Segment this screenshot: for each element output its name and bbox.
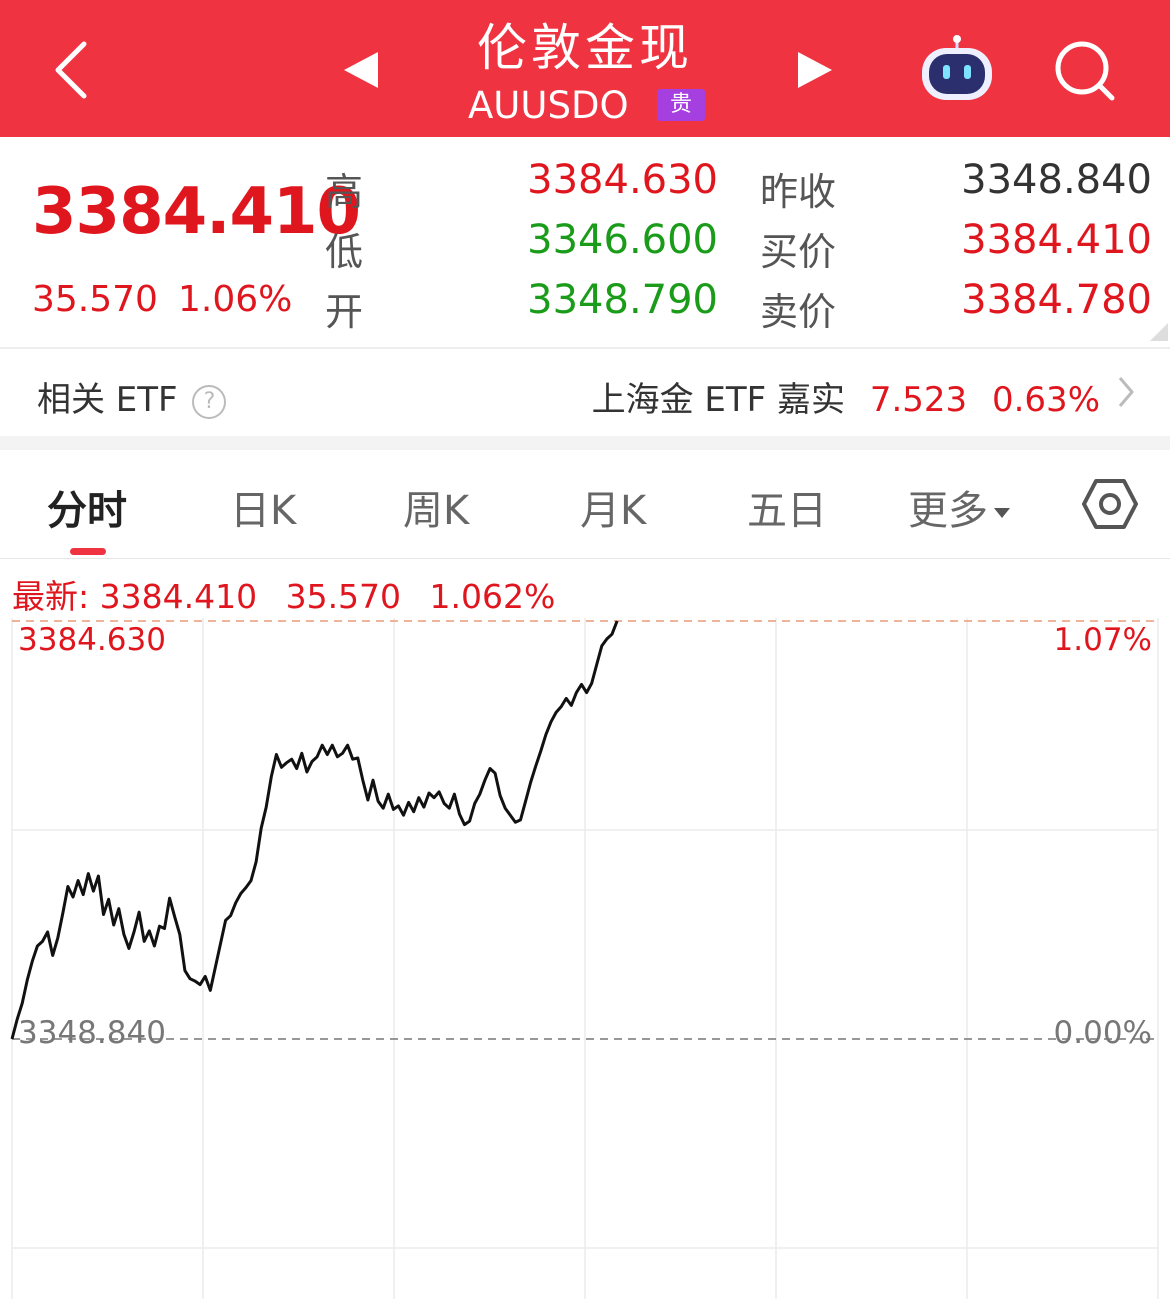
assistant-robot-icon[interactable] bbox=[918, 34, 996, 104]
etf-section-label: 相关 ETF ? bbox=[37, 372, 227, 421]
tab-five-day[interactable]: 五日 bbox=[747, 478, 827, 536]
high-value: 3384.630 bbox=[527, 157, 718, 203]
y-top-pct: 1.07% bbox=[1053, 622, 1152, 658]
etf-label: 相关 ETF bbox=[37, 380, 178, 420]
tab-more[interactable]: 更多 bbox=[908, 478, 1012, 536]
bid-label: 买价 bbox=[760, 230, 837, 274]
y-base-pct: 0.00% bbox=[1053, 1015, 1152, 1051]
caret-down-icon bbox=[994, 508, 1010, 518]
high-label: 高 bbox=[325, 170, 364, 214]
category-badge: 贵 bbox=[657, 89, 705, 121]
y-top-label: 3384.630 bbox=[18, 622, 166, 658]
etf-name: 上海金 ETF 嘉实 bbox=[591, 380, 846, 420]
divider bbox=[0, 558, 1170, 559]
current-price: 3384.410 bbox=[32, 175, 361, 249]
ask-label: 卖价 bbox=[760, 290, 837, 334]
more-label: 更多 bbox=[908, 488, 988, 534]
open-label: 开 bbox=[325, 290, 364, 334]
prev-close-label: 昨收 bbox=[760, 170, 837, 214]
bid-value: 3384.410 bbox=[961, 217, 1152, 263]
quote-panel: 3384.410 35.570 1.06% 高 低 开 3384.630 334… bbox=[0, 137, 1170, 347]
top-bar: 伦敦金现 AUUSDO 贵 bbox=[0, 0, 1170, 137]
search-icon[interactable] bbox=[1054, 40, 1116, 102]
etf-price: 7.523 bbox=[869, 380, 968, 420]
latest-change: 35.570 bbox=[285, 577, 402, 616]
etf-link[interactable]: 上海金 ETF 嘉实 7.523 0.63% bbox=[592, 372, 1100, 421]
symbol-code: AUUSDO bbox=[468, 84, 629, 127]
tab-intraday[interactable]: 分时 bbox=[47, 478, 127, 536]
y-base-label: 3348.840 bbox=[18, 1015, 166, 1051]
tab-monthly-k[interactable]: 月K bbox=[580, 478, 646, 536]
latest-info: 最新: 3384.410 35.570 1.062% bbox=[12, 570, 555, 618]
price-change-pct: 1.06% bbox=[178, 279, 293, 320]
section-gap bbox=[0, 436, 1170, 450]
chevron-right-icon[interactable] bbox=[1116, 376, 1136, 408]
low-label: 低 bbox=[325, 230, 364, 274]
corner-expand-icon[interactable] bbox=[1150, 323, 1168, 341]
active-tab-indicator bbox=[70, 548, 106, 555]
help-circle-icon[interactable]: ? bbox=[192, 384, 227, 419]
hexagon-settings-icon[interactable] bbox=[1082, 478, 1138, 530]
prev-close-value: 3348.840 bbox=[961, 157, 1152, 203]
next-triangle-right-icon[interactable] bbox=[796, 50, 834, 90]
tab-weekly-k[interactable]: 周K bbox=[403, 478, 469, 536]
latest-pct: 1.062% bbox=[429, 577, 556, 616]
intraday-chart[interactable] bbox=[0, 618, 1170, 1299]
latest-label: 最新: 3384.410 bbox=[12, 577, 258, 616]
tab-daily-k[interactable]: 日K bbox=[230, 478, 296, 536]
low-value: 3346.600 bbox=[527, 217, 718, 263]
etf-pct: 0.63% bbox=[991, 380, 1100, 420]
price-change: 35.570 bbox=[32, 279, 158, 320]
divider bbox=[0, 347, 1170, 349]
ask-value: 3384.780 bbox=[961, 277, 1152, 323]
open-value: 3348.790 bbox=[527, 277, 718, 323]
